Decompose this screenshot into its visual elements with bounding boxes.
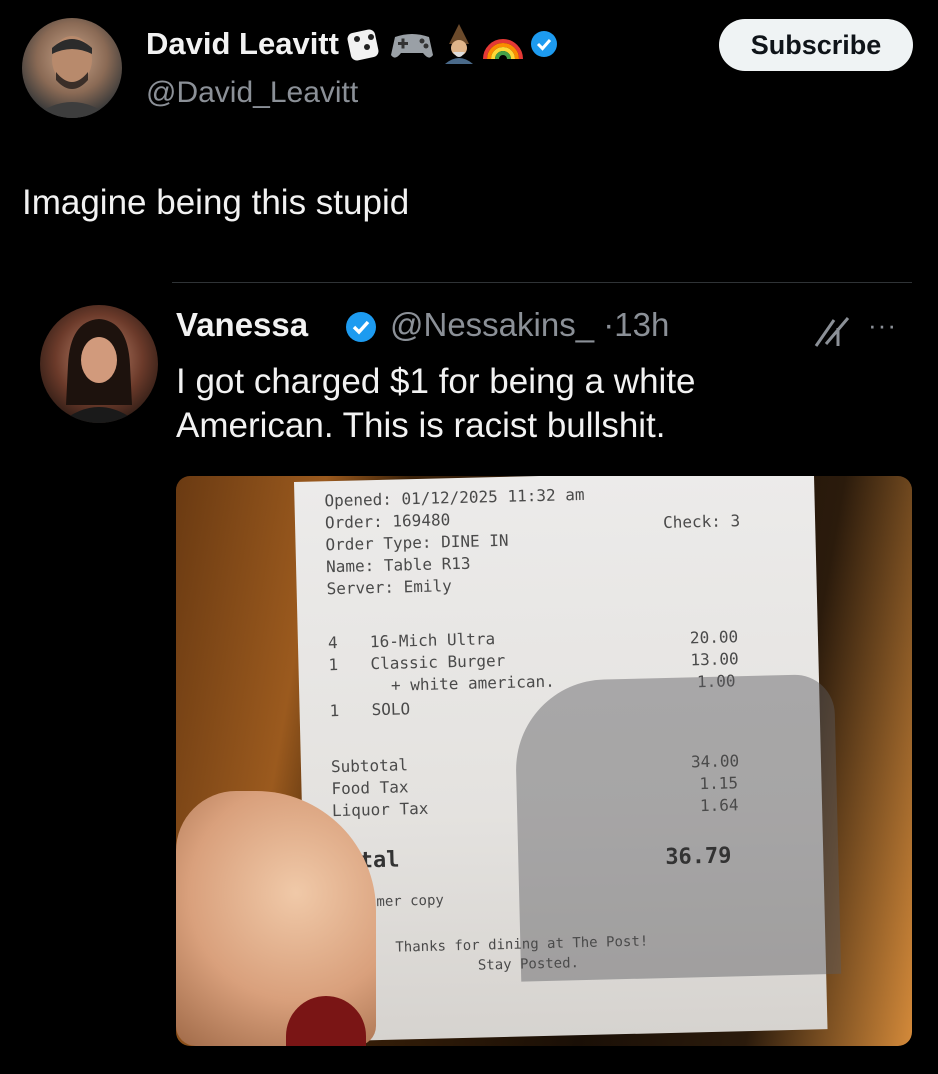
quoted-text: I got charged $1 for being a white Ameri…	[176, 362, 696, 445]
receipt-food-tax: 1.15	[699, 773, 739, 794]
receipt-check: Check: 3	[662, 511, 741, 532]
receipt-item-desc: 16-Mich Ultra	[369, 629, 496, 652]
receipt-total: 36.79	[664, 843, 732, 871]
receipt-order: Order: 169480	[324, 510, 451, 533]
receipt-food-tax-label: Food Tax	[331, 777, 409, 799]
person-silhouette-icon	[60, 319, 138, 423]
receipt-opened: Opened: 01/12/2025 11:32 am	[324, 484, 585, 511]
author-header: David Leavitt	[146, 24, 559, 64]
receipt-liquor-tax: 1.64	[699, 795, 739, 816]
receipt-item-price: 13.00	[690, 649, 739, 670]
receipt-item-qty: 1	[328, 654, 339, 675]
divider	[172, 282, 912, 283]
receipt-item-qty: 1	[329, 700, 340, 721]
person-silhouette-icon	[32, 36, 112, 118]
dice-icon	[347, 29, 379, 61]
receipt-item-desc: + white american.	[390, 671, 555, 695]
quoted-avatar[interactable]	[40, 305, 158, 423]
receipt-photo[interactable]: Opened: 01/12/2025 11:32 am Order: 16948…	[176, 476, 912, 1046]
receipt-liquor-tax-label: Liquor Tax	[331, 798, 429, 821]
author-avatar[interactable]	[22, 18, 122, 118]
more-options-icon[interactable]: ···	[868, 310, 897, 341]
receipt-item-qty: 4	[327, 632, 338, 653]
verified-badge-icon	[346, 312, 376, 342]
receipt-subtotal-label: Subtotal	[330, 755, 409, 777]
verified-badge-icon	[530, 31, 557, 57]
receipt-item-price: 20.00	[689, 627, 739, 648]
tweet-text: Imagine being this stupid	[22, 183, 410, 222]
author-name[interactable]: David Leavitt	[146, 26, 339, 62]
receipt-item-desc: Classic Burger	[370, 650, 506, 674]
receipt-name: Name: Table R13	[325, 553, 471, 577]
quoted-time[interactable]: ·13h	[603, 306, 669, 343]
receipt-server: Server: Emily	[326, 576, 453, 599]
receipt-stay-posted: Stay Posted.	[477, 955, 580, 974]
wizard-icon	[444, 24, 473, 64]
author-handle[interactable]: @David_Leavitt	[146, 76, 358, 110]
grok-icon[interactable]	[812, 314, 856, 350]
quoted-handle-time[interactable]: @Nessakins_ ·13h	[390, 306, 669, 344]
quoted-author-name[interactable]: Vanessa	[176, 306, 308, 344]
receipt-subtotal: 34.00	[690, 751, 740, 772]
subscribe-button[interactable]: Subscribe	[719, 19, 913, 71]
receipt-item-desc: SOLO	[371, 699, 411, 720]
receipt-order-type: Order Type: DINE IN	[325, 530, 509, 555]
quoted-handle[interactable]: @Nessakins_	[390, 306, 594, 343]
game-controller-icon	[390, 34, 433, 58]
rainbow-icon	[482, 39, 523, 60]
